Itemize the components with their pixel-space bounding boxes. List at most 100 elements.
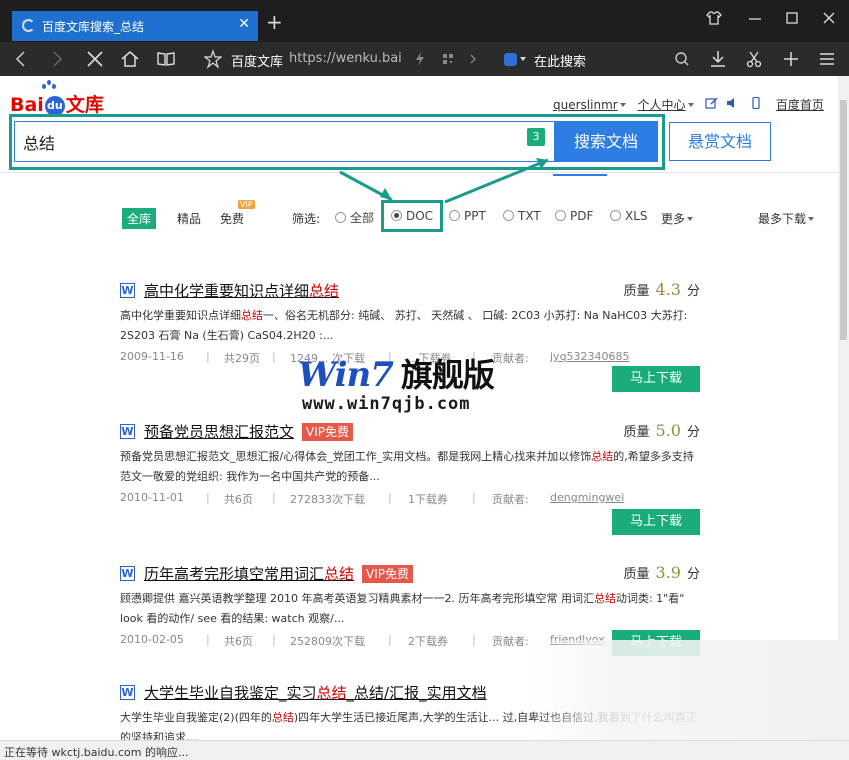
search-result: W 预备党员思想汇报范文 VIP免费 质量 5.0 分 预备党员思想汇报范文_思想汇报… <box>120 421 710 535</box>
tab-all-library[interactable]: 全库 <box>122 208 157 229</box>
filter-option-all[interactable]: 全部 <box>335 209 374 226</box>
snippet-highlight: 总结 <box>591 450 614 463</box>
chevron-down-icon[interactable] <box>687 103 694 107</box>
watermark-text: Win7 <box>298 355 394 395</box>
separator: | <box>472 491 476 504</box>
qr-code-icon[interactable] <box>441 49 455 74</box>
tab-free[interactable]: 免费 <box>220 210 244 227</box>
filter-option-label: XLS <box>625 209 648 223</box>
download-icon[interactable] <box>709 49 727 74</box>
contributor-link[interactable]: jyq532340685 <box>550 350 630 363</box>
radio-icon <box>610 210 621 221</box>
chevron-right-icon[interactable] <box>468 49 478 74</box>
tshirt-skin-icon[interactable] <box>706 10 722 29</box>
address-site-name[interactable]: 百度文库 <box>231 51 283 70</box>
result-snippet: 高中化学重要知识点详细总结一、俗名无机部分: 纯碱、 苏打、 天然碱 、 口碱:… <box>120 306 705 346</box>
stop-icon[interactable] <box>86 49 104 74</box>
logo-text-du: du <box>44 96 65 116</box>
word-doc-icon: W <box>120 566 135 581</box>
more-filters-dropdown[interactable]: 更多 <box>661 210 697 227</box>
download-button[interactable]: 马上下载 <box>612 366 700 392</box>
browser-tab-active[interactable]: 百度文库搜索_总结 ✕ <box>12 11 258 41</box>
quality-label: 质量 <box>623 284 650 299</box>
loading-spinner-icon <box>22 19 35 32</box>
chevron-down-icon <box>687 217 694 221</box>
baidu-home-link[interactable]: 百度首页 <box>776 96 824 113</box>
tab-premium[interactable]: 精品 <box>177 210 201 227</box>
date: 2009-11-16 <box>120 350 184 363</box>
score-value: 5.0 <box>655 421 681 440</box>
snippet-text: 顾懑卿提供 嘉兴英语教学整理 2010 年高考英语复习精典素材一一2. 历年高考… <box>120 592 594 605</box>
quality-score: 质量 5.0 分 <box>624 421 700 440</box>
maximize-icon[interactable] <box>785 10 799 29</box>
add-icon[interactable] <box>782 49 800 74</box>
address-url[interactable]: https://wenku.bai <box>289 51 402 66</box>
filter-option-xls[interactable]: XLS <box>610 209 648 223</box>
snippet-text: 预备党员思想汇报范文_思想汇报/心得体会_党团工作_实用文档。都是我网上精心找来… <box>120 450 592 463</box>
window-close-icon[interactable] <box>822 10 836 29</box>
result-title-link[interactable]: 大学生毕业自我鉴定_实习总结_总结/汇报_实用文档 <box>144 682 487 703</box>
quality-label: 质量 <box>623 567 650 582</box>
quality-score: 质量 4.3 分 <box>624 280 700 299</box>
personal-center-link[interactable]: 个人中心 <box>638 96 686 113</box>
contributor-link[interactable]: dengmingwei <box>550 491 624 504</box>
scissors-icon[interactable] <box>745 49 763 74</box>
edit-icon[interactable] <box>705 97 718 112</box>
filter-option-ppt[interactable]: PPT <box>449 209 486 223</box>
filter-option-label: PDF <box>570 209 594 223</box>
mobile-icon[interactable] <box>752 96 760 112</box>
result-snippet: 预备党员思想汇报范文_思想汇报/心得体会_党团工作_实用文档。都是我网上精心找来… <box>120 447 705 487</box>
result-title-link[interactable]: 高中化学重要知识点详细总结 <box>144 280 339 301</box>
watermark-url: www.win7qjb.com <box>302 394 471 414</box>
browser-toolbar: 百度文库 https://wenku.bai 在此搜索 <box>0 42 849 76</box>
lightning-icon[interactable] <box>414 49 426 74</box>
result-title-link[interactable]: 历年高考完形填空常用词汇总结 VIP免费 <box>144 563 414 584</box>
sort-dropdown[interactable]: 最多下载 <box>758 210 818 227</box>
username-link[interactable]: querslinmr <box>553 98 618 112</box>
download-count: 252809次下载 <box>290 635 365 648</box>
filter-option-label: 全部 <box>350 211 375 225</box>
menu-icon[interactable] <box>818 49 836 74</box>
score-unit: 分 <box>686 284 700 299</box>
title-text: 大学生毕业自我鉴定_实习 <box>144 684 317 702</box>
home-icon[interactable] <box>120 49 140 74</box>
title-highlight: 总结 <box>324 565 355 583</box>
result-snippet: 顾懑卿提供 嘉兴英语教学整理 2010 年高考英语复习精典素材一一2. 历年高考… <box>120 589 705 629</box>
baidu-wenku-logo[interactable]: Bai du 文库 <box>10 80 104 117</box>
download-button[interactable]: 马上下载 <box>612 509 700 535</box>
word-doc-icon: W <box>120 685 135 700</box>
reward-documents-button[interactable]: 悬赏文档 <box>669 122 771 161</box>
result-title-link[interactable]: 预备党员思想汇报范文 VIP免费 <box>144 421 354 442</box>
date: 2010-11-01 <box>120 491 184 504</box>
annotation-highlight-box <box>381 200 443 232</box>
minimize-icon[interactable] <box>748 10 762 29</box>
reading-view-icon[interactable] <box>156 49 176 74</box>
separator: | <box>206 491 210 504</box>
filter-option-txt[interactable]: TXT <box>503 209 541 223</box>
search-documents-button[interactable]: 搜索文档 <box>554 121 658 162</box>
chevron-down-icon[interactable] <box>520 57 526 61</box>
chevron-down-icon[interactable] <box>619 103 626 107</box>
title-highlight: 总结 <box>309 282 340 300</box>
favorite-star-icon[interactable] <box>203 49 223 74</box>
scrollbar-thumb[interactable] <box>840 100 847 340</box>
sort-label: 最多下载 <box>758 212 807 226</box>
back-icon[interactable] <box>14 49 28 74</box>
baidu-search-engine-icon[interactable] <box>504 53 517 66</box>
separator: | <box>272 491 276 504</box>
filter-option-pdf[interactable]: PDF <box>555 209 593 223</box>
tab-close-icon[interactable]: ✕ <box>238 16 250 32</box>
active-tab-indicator <box>553 174 607 176</box>
user-links: querslinmr 个人中心 百度首页 <box>553 96 824 113</box>
title-text: _总结/汇报_实用文档 <box>346 684 487 702</box>
vip-tag: VIP <box>238 200 255 209</box>
score-unit: 分 <box>686 425 700 440</box>
forward-icon[interactable] <box>50 49 64 74</box>
search-input[interactable] <box>14 121 554 162</box>
title-text: 预备党员思想汇报范文 <box>144 423 295 441</box>
speaker-icon[interactable] <box>726 97 738 112</box>
new-tab-button[interactable]: + <box>266 12 283 32</box>
search-icon[interactable] <box>674 49 690 74</box>
browser-search-placeholder[interactable]: 在此搜索 <box>534 51 586 70</box>
separator: | <box>206 350 210 363</box>
